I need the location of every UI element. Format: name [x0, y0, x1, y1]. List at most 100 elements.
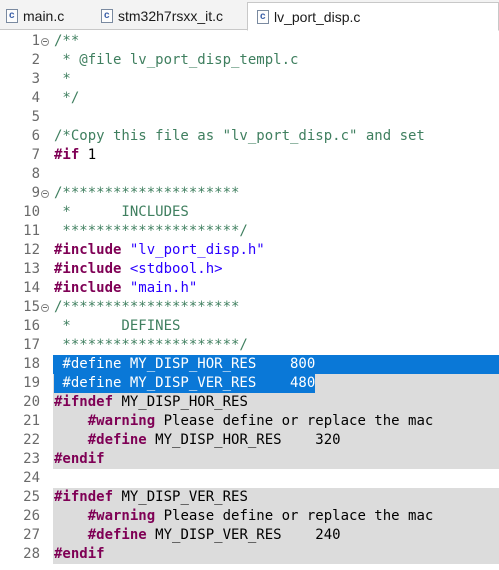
- code-line[interactable]: 17 *********************/: [0, 336, 499, 355]
- code-token: #if: [54, 147, 80, 163]
- code-text: /*********************: [53, 298, 499, 317]
- editor-tab-bar: c main.c c stm32h7rsxx_it.c c lv_port_di…: [0, 0, 499, 31]
- fold-toggle-icon[interactable]: [41, 304, 49, 312]
- code-token: #define MY_DISP_HOR_RES 800: [54, 356, 316, 372]
- line-number: 2: [31, 52, 40, 68]
- code-line[interactable]: 9 /*********************: [0, 184, 499, 203]
- code-token: Please define or replace the mac: [155, 413, 434, 429]
- tab-stm32h7rsxx-it-c[interactable]: c stm32h7rsxx_it.c: [101, 2, 223, 30]
- code-text: /**: [53, 32, 499, 51]
- tab-main-c[interactable]: c main.c: [6, 2, 64, 30]
- code-token: * @file lv_port_disp_templ.c: [54, 52, 299, 68]
- code-line[interactable]: 28 #endif: [0, 545, 499, 564]
- code-line[interactable]: 3 *: [0, 70, 499, 89]
- line-number: 19: [23, 375, 40, 391]
- code-token: "lv_port_disp.h": [121, 242, 265, 258]
- code-token: 1: [79, 147, 97, 163]
- code-line[interactable]: 19 #define MY_DISP_VER_RES 480: [0, 374, 499, 393]
- c-source-file-icon: c: [257, 9, 269, 24]
- code-text: * INCLUDES: [53, 203, 499, 222]
- line-number: 1: [31, 33, 40, 49]
- tab-label: main.c: [23, 8, 65, 24]
- code-text: #define MY_DISP_VER_RES 480: [53, 374, 499, 393]
- line-number: 8: [31, 166, 40, 182]
- code-text: #define MY_DISP_HOR_RES 320: [53, 431, 499, 450]
- code-line[interactable]: 14 #include "main.h": [0, 279, 499, 298]
- code-token: /**: [54, 33, 80, 49]
- code-line[interactable]: 10 * INCLUDES: [0, 203, 499, 222]
- code-line[interactable]: 4 */: [0, 89, 499, 108]
- fold-toggle-icon[interactable]: [41, 190, 49, 198]
- line-number: 17: [23, 337, 40, 353]
- line-number: 16: [23, 318, 40, 334]
- code-line[interactable]: 11 *********************/: [0, 222, 499, 241]
- line-number: 11: [23, 223, 40, 239]
- code-text: #include <stdbool.h>: [53, 260, 499, 279]
- code-line[interactable]: 13 #include <stdbool.h>: [0, 260, 499, 279]
- tab-label: lv_port_disp.c: [274, 8, 361, 25]
- line-number: 18: [23, 356, 40, 372]
- code-line[interactable]: 12 #include "lv_port_disp.h": [0, 241, 499, 260]
- code-line[interactable]: 16 * DEFINES: [0, 317, 499, 336]
- code-line[interactable]: 5: [0, 108, 499, 127]
- code-token: MY_DISP_HOR_RES 320: [146, 432, 341, 448]
- code-line[interactable]: 26 #warning Please define or replace the…: [0, 507, 499, 526]
- code-text: #include "main.h": [53, 279, 499, 298]
- tab-label: stm32h7rsxx_it.c: [118, 8, 224, 24]
- line-number: 13: [23, 261, 40, 277]
- code-token: #include: [54, 242, 122, 258]
- line-number: 3: [31, 71, 40, 87]
- code-token: Please define or replace the mac: [155, 508, 434, 524]
- line-number: 14: [23, 280, 40, 296]
- code-token: #endif: [54, 451, 105, 467]
- code-token: #define: [87, 527, 147, 543]
- code-line[interactable]: 21 #warning Please define or replace the…: [0, 412, 499, 431]
- code-line[interactable]: 1 /**: [0, 32, 499, 51]
- code-token: #endif: [54, 546, 105, 562]
- code-line[interactable]: 8: [0, 165, 499, 184]
- code-line[interactable]: 7 #if 1: [0, 146, 499, 165]
- code-token: "main.h": [121, 280, 198, 296]
- code-line[interactable]: 15 /*********************: [0, 298, 499, 317]
- code-token: * DEFINES: [54, 318, 181, 334]
- code-token: #include: [54, 280, 122, 296]
- code-text: #include "lv_port_disp.h": [53, 241, 499, 260]
- code-line[interactable]: 23 #endif: [0, 450, 499, 469]
- fold-toggle-icon[interactable]: [41, 38, 49, 46]
- line-number: 7: [31, 147, 40, 163]
- code-text: #warning Please define or replace the ma…: [53, 507, 499, 526]
- code-text: #warning Please define or replace the ma…: [53, 412, 499, 431]
- code-line[interactable]: 27 #define MY_DISP_VER_RES 240: [0, 526, 499, 545]
- line-number: 4: [31, 90, 40, 106]
- code-text: */: [53, 89, 499, 108]
- line-number: 5: [31, 109, 40, 125]
- code-line[interactable]: 25 #ifndef MY_DISP_VER_RES: [0, 488, 499, 507]
- code-token: /*********************: [54, 185, 240, 201]
- line-number: 28: [23, 546, 40, 562]
- selection-highlight: #define MY_DISP_VER_RES 480: [54, 374, 316, 393]
- code-token: #warning: [87, 508, 156, 524]
- code-line[interactable]: 20 #ifndef MY_DISP_HOR_RES: [0, 393, 499, 412]
- line-number: 10: [23, 204, 40, 220]
- code-line[interactable]: 22 #define MY_DISP_HOR_RES 320: [0, 431, 499, 450]
- code-line[interactable]: 6 /*Copy this file as "lv_port_disp.c" an…: [0, 127, 499, 146]
- tab-lv-port-disp-c[interactable]: c lv_port_disp.c: [247, 2, 499, 31]
- code-token: MY_DISP_VER_RES 240: [146, 527, 341, 543]
- code-token: *: [54, 71, 71, 87]
- line-number: 27: [23, 527, 40, 543]
- code-token: *********************/: [54, 337, 248, 353]
- code-line[interactable]: 2 * @file lv_port_disp_templ.c: [0, 51, 499, 70]
- code-text: #endif: [53, 450, 499, 469]
- c-source-file-icon: c: [6, 9, 18, 23]
- code-line[interactable]: 24: [0, 469, 499, 488]
- code-editor[interactable]: 1/** 2 * @file lv_port_disp_templ.c 3 * 4 *…: [0, 31, 499, 570]
- code-token: #ifndef: [54, 394, 114, 410]
- code-line[interactable]: 18 #define MY_DISP_HOR_RES 800: [0, 355, 499, 374]
- code-text: /*Copy this file as "lv_port_disp.c" and…: [53, 127, 499, 146]
- code-token: <stdbool.h>: [121, 261, 223, 277]
- code-text: #define MY_DISP_VER_RES 240: [53, 526, 499, 545]
- line-number: 23: [23, 451, 40, 467]
- code-token: #define MY_DISP_VER_RES 480: [54, 375, 316, 391]
